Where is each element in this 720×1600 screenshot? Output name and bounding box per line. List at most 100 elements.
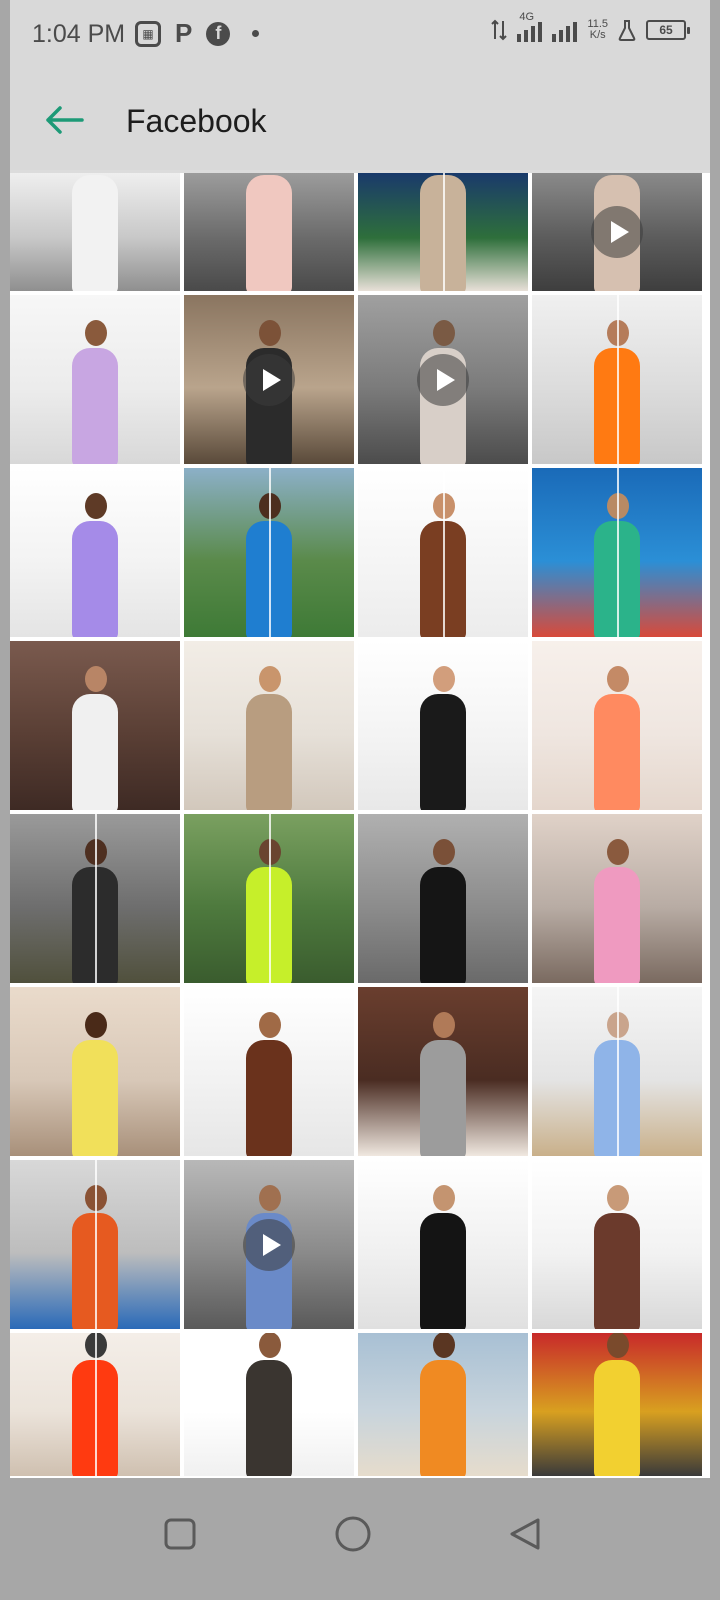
tile-photo-figure [240, 493, 298, 637]
figure-outfit [594, 867, 640, 983]
figure-outfit [72, 521, 118, 637]
status-time: 1:04 PM [32, 20, 126, 48]
figure-head [85, 1012, 107, 1038]
tile-photo-figure [66, 1012, 124, 1156]
image-gallery-icon: ▦ [135, 20, 161, 47]
figure-outfit [72, 348, 118, 464]
figure-outfit [594, 348, 640, 464]
figure-outfit [594, 694, 640, 810]
back-button[interactable] [38, 94, 90, 146]
figure-head [433, 493, 455, 519]
figure-outfit [72, 175, 118, 291]
figure-head [85, 1333, 107, 1358]
back-nav-button[interactable] [495, 1504, 555, 1564]
home-button[interactable] [323, 1504, 383, 1564]
figure-head [607, 1185, 629, 1211]
figure-outfit [420, 175, 466, 291]
gallery-tile[interactable] [358, 1160, 528, 1329]
gallery-tile[interactable] [10, 1333, 180, 1476]
figure-outfit [246, 867, 292, 983]
tile-photo-figure [588, 666, 646, 810]
home-circle-icon [335, 1516, 371, 1552]
figure-outfit [594, 1213, 640, 1329]
figure-outfit [420, 1360, 466, 1476]
mobile-signal: 4G [517, 12, 543, 42]
gallery-tile[interactable] [358, 295, 528, 464]
figure-head [259, 839, 281, 865]
speed-unit: K/s [589, 29, 606, 41]
tile-photo-figure [66, 1185, 124, 1329]
gallery-tile[interactable] [10, 468, 180, 637]
p-app-icon: P [175, 18, 193, 48]
gallery-tile[interactable] [184, 987, 354, 1156]
network-type: 4G [519, 11, 535, 23]
figure-head [259, 1185, 281, 1211]
gallery-tile[interactable] [358, 468, 528, 637]
play-icon [591, 206, 643, 258]
gallery-tile[interactable] [10, 641, 180, 810]
gallery-tile[interactable] [184, 173, 354, 291]
figure-outfit [246, 694, 292, 810]
figure-outfit [72, 867, 118, 983]
gallery-tile[interactable] [532, 987, 702, 1156]
phone-screen: 1:04 PM ▦ P f 4G 11.5 K/s 65 Facebook [10, 0, 710, 1600]
gallery-tile[interactable] [184, 468, 354, 637]
gallery-tile[interactable] [532, 468, 702, 637]
tile-photo-figure [414, 1333, 472, 1476]
gallery-tile[interactable] [532, 1160, 702, 1329]
gallery-tile[interactable] [10, 987, 180, 1156]
gallery-tile[interactable] [358, 987, 528, 1156]
tile-photo-figure [588, 1185, 646, 1329]
tile-photo-figure [588, 493, 646, 637]
figure-outfit [72, 1213, 118, 1329]
tile-photo-figure [240, 839, 298, 983]
tile-photo-figure [66, 320, 124, 464]
gallery-tile[interactable] [10, 173, 180, 291]
figure-head [85, 839, 107, 865]
gallery-tile[interactable] [532, 1333, 702, 1476]
gallery-tile[interactable] [358, 1333, 528, 1476]
gallery-tile[interactable] [10, 295, 180, 464]
tile-photo-figure [240, 173, 298, 291]
gallery-tile[interactable] [10, 1160, 180, 1329]
gallery-tile[interactable] [184, 1333, 354, 1476]
gallery-tile[interactable] [532, 295, 702, 464]
figure-outfit [420, 867, 466, 983]
tile-photo-figure [66, 666, 124, 810]
gallery-tile[interactable] [10, 814, 180, 983]
gallery-tile[interactable] [358, 641, 528, 810]
figure-head [433, 1185, 455, 1211]
figure-outfit [246, 1360, 292, 1476]
back-triangle-icon [510, 1518, 540, 1550]
page-title: Facebook [126, 103, 267, 139]
tile-photo-figure [414, 1185, 472, 1329]
figure-outfit [246, 521, 292, 637]
gallery-tile[interactable] [184, 814, 354, 983]
figure-head [607, 666, 629, 692]
gallery-tile[interactable] [358, 814, 528, 983]
gallery-tile[interactable] [184, 295, 354, 464]
gallery-tile[interactable] [532, 814, 702, 983]
tile-photo-figure [414, 173, 472, 291]
figure-head [607, 1012, 629, 1038]
status-bar: 1:04 PM ▦ P f 4G 11.5 K/s 65 [10, 0, 710, 70]
play-icon [243, 353, 295, 406]
tile-photo-figure [588, 1333, 646, 1476]
tile-photo-figure [414, 666, 472, 810]
figure-head [433, 1012, 455, 1038]
tile-photo-figure [66, 1333, 124, 1476]
gallery-tile[interactable] [358, 173, 528, 291]
tile-photo-figure [414, 1012, 472, 1156]
figure-outfit [246, 1040, 292, 1156]
tile-photo-figure [588, 1012, 646, 1156]
tile-photo-figure [66, 173, 124, 291]
facebook-icon: f [206, 21, 231, 46]
gallery-tile[interactable] [184, 641, 354, 810]
recents-button[interactable] [150, 1504, 210, 1564]
gallery-tile[interactable] [184, 1160, 354, 1329]
figure-head [607, 839, 629, 865]
figure-head [85, 320, 107, 346]
gallery-tile[interactable] [532, 641, 702, 810]
gallery-tile[interactable] [532, 173, 702, 291]
tile-photo-figure [588, 320, 646, 464]
